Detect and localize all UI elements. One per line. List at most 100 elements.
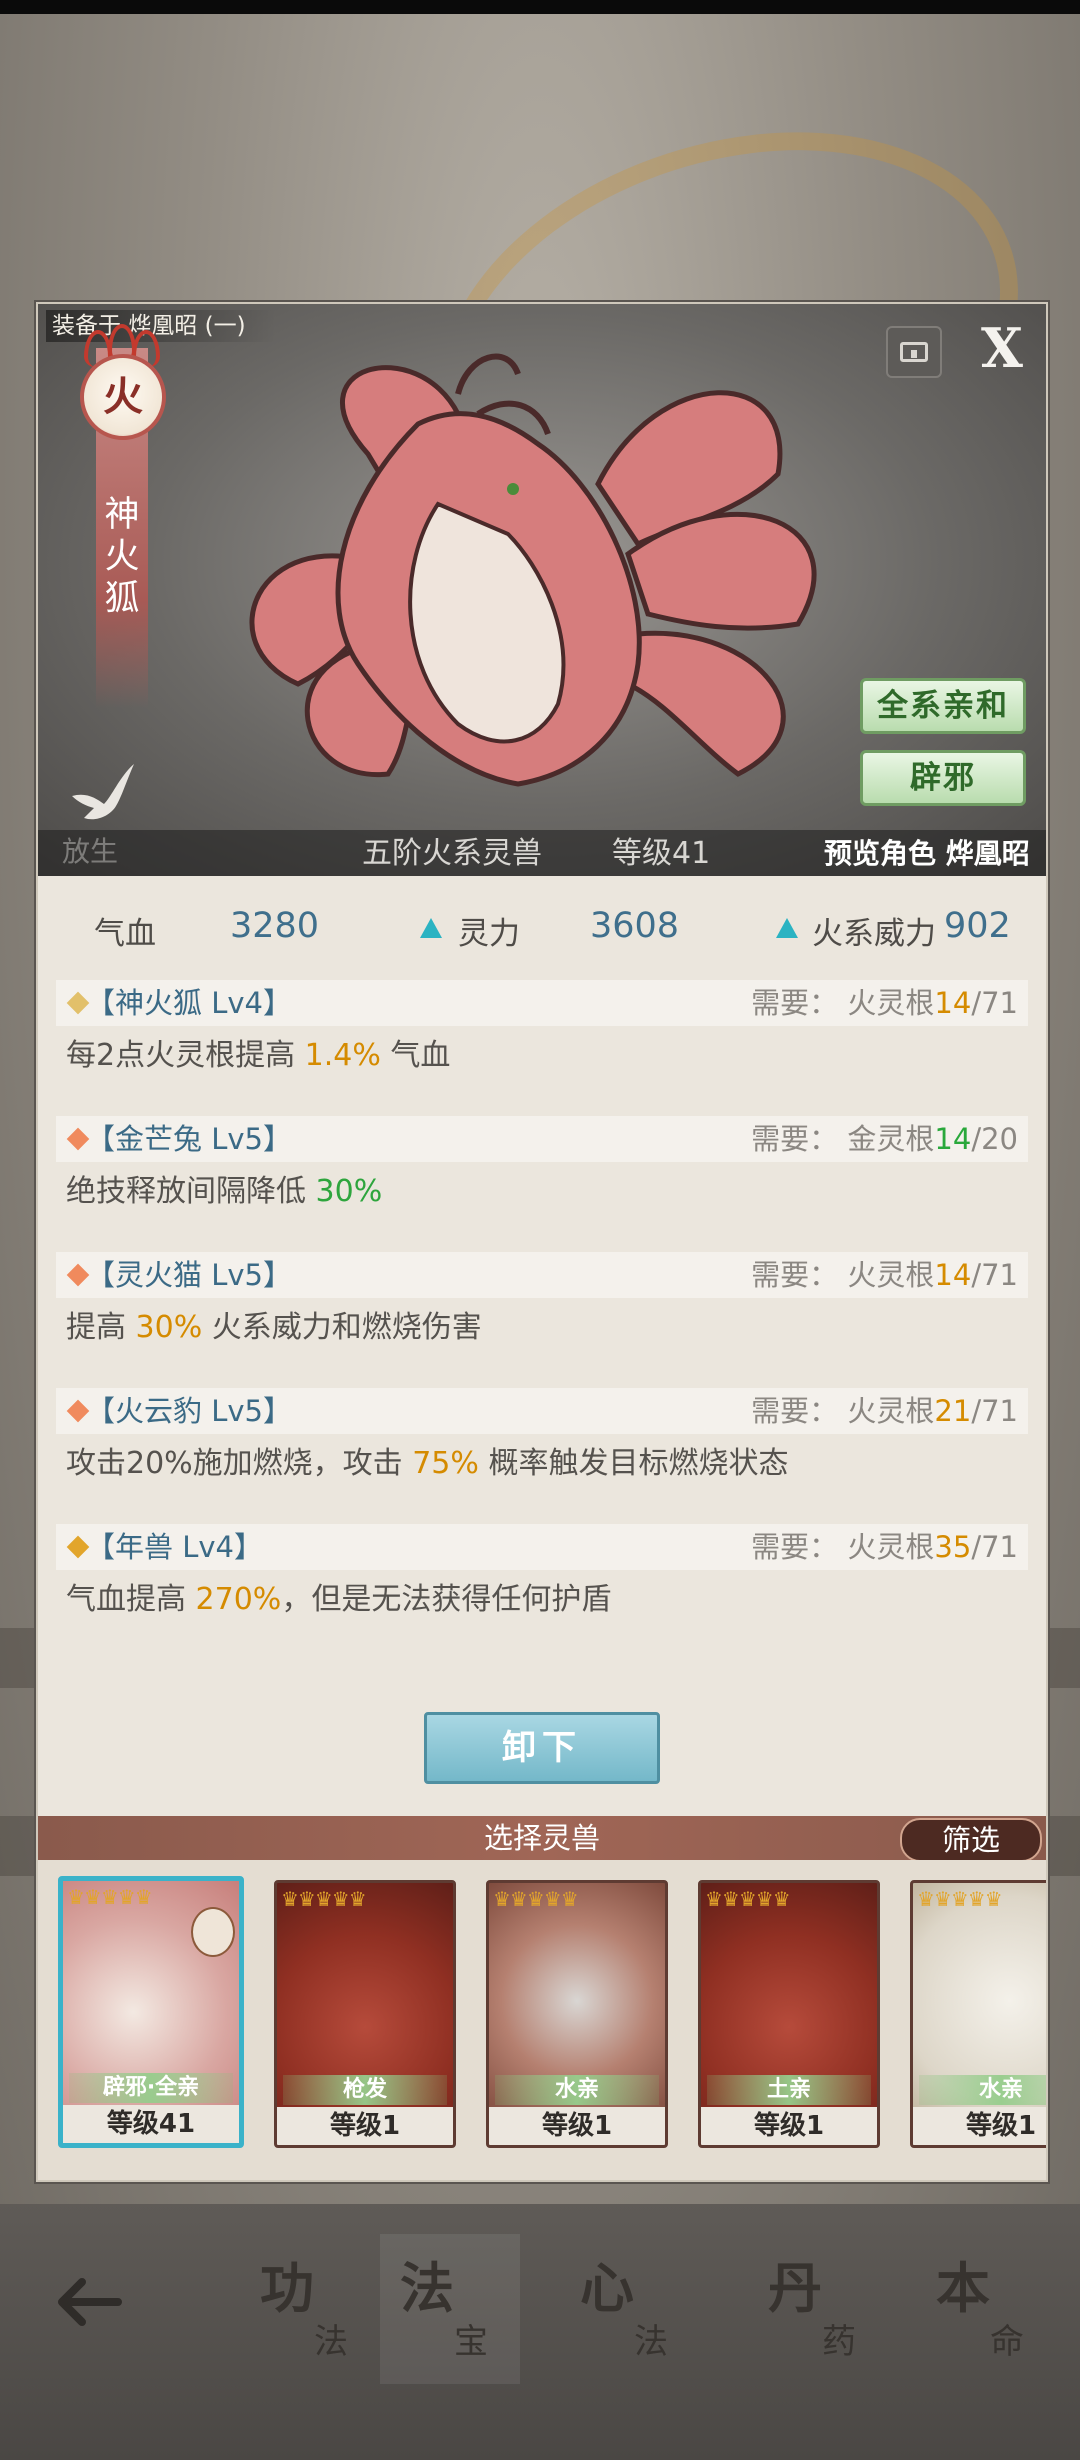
req-need: /71: [971, 986, 1018, 1020]
skill-requirement: 需要： 火灵根14/71: [751, 1252, 1018, 1298]
star-rating-icons: ♛♛♛♛♛: [705, 1887, 791, 1911]
select-beast-title: 选择灵兽: [483, 1821, 600, 1855]
beast-card[interactable]: ♛♛♛♛♛ 辟邪·全亲 等级41: [58, 1876, 244, 2148]
nav-tab-sub: 宝: [454, 2322, 488, 2362]
nav-tab[interactable]: 本命: [916, 2234, 1056, 2384]
desc-before: 提高: [66, 1310, 136, 1345]
desc-before: 攻击20%施加燃烧，攻击: [66, 1446, 413, 1481]
equipped-character-avatar: [191, 1907, 235, 1957]
skill-title: 【火云豹 Lv5】: [86, 1394, 292, 1428]
desc-after: ，但是无法获得任何护盾: [281, 1582, 612, 1617]
desc-highlight: 270%: [195, 1582, 282, 1617]
req-prefix: 需要：: [751, 1122, 839, 1156]
skill-header: 【灵火猫 Lv5】 需要： 火灵根14/71: [56, 1252, 1028, 1298]
preview-character[interactable]: 预览角色 烨凰昭: [824, 832, 1030, 876]
skill-entry: 【年兽 Lv4】 需要： 火灵根35/71 气血提高 270%，但是无法获得任何护盾: [56, 1524, 1028, 1630]
close-button[interactable]: X: [974, 318, 1030, 378]
select-beast-bar: 选择灵兽 筛选: [38, 1816, 1046, 1862]
card-tag: 水亲: [495, 2075, 659, 2105]
nav-tab-main: 心: [580, 2256, 634, 2320]
chest-icon-button[interactable]: [886, 326, 942, 378]
nav-tab-sub: 法: [634, 2322, 668, 2362]
skill-title: 【金芒兔 Lv5】: [86, 1122, 292, 1156]
desc-before: 绝技释放间隔降低: [66, 1174, 316, 1209]
unequip-button[interactable]: 卸下: [424, 1712, 660, 1784]
skill-description: 每2点火灵根提高 1.4% 气血: [56, 1026, 1028, 1086]
skill-description: 气血提高 270%，但是无法获得任何护盾: [56, 1570, 1028, 1630]
skill-title: 【灵火猫 Lv5】: [86, 1258, 292, 1292]
dove-icon[interactable]: [66, 756, 138, 826]
filter-button[interactable]: 筛选: [900, 1818, 1042, 1862]
skill-title: 【年兽 Lv4】: [86, 1530, 263, 1564]
req-have: 35: [934, 1530, 972, 1564]
back-arrow-icon[interactable]: [48, 2262, 128, 2342]
desc-highlight: 30%: [315, 1174, 383, 1209]
fire-element-badge: 火: [80, 354, 166, 440]
skill-header: 【火云豹 Lv5】 需要： 火灵根21/71: [56, 1388, 1028, 1434]
nav-tab-sub: 法: [314, 2322, 348, 2362]
req-root: 金灵根: [847, 1122, 935, 1156]
stat-label-spirit: 灵力: [458, 916, 520, 952]
card-tag: 水亲: [919, 2075, 1046, 2105]
skill-description: 绝技释放间隔降低 30%: [56, 1162, 1028, 1222]
skill-header: 【金芒兔 Lv5】 需要： 金灵根14/20: [56, 1116, 1028, 1162]
beast-card[interactable]: ♛♛♛♛♛ 水亲 等级1: [910, 1880, 1046, 2148]
req-need: /71: [971, 1394, 1018, 1428]
req-root: 火灵根: [847, 986, 935, 1020]
req-have: 14: [934, 1258, 972, 1292]
req-have: 14: [934, 986, 972, 1020]
req-need: /20: [971, 1122, 1018, 1156]
req-prefix: 需要：: [751, 1394, 839, 1428]
star-rating-icons: ♛♛♛♛♛: [67, 1885, 153, 1909]
stat-label-fire-power: 火系威力: [812, 916, 936, 952]
skill-title: 【神火狐 Lv4】: [86, 986, 292, 1020]
card-level: 等级1: [489, 2107, 665, 2145]
star-rating-icons: ♛♛♛♛♛: [281, 1887, 367, 1911]
skill-description: 提高 30% 火系威力和燃烧伤害: [56, 1298, 1028, 1358]
desc-after: 概率触发目标燃烧状态: [478, 1446, 789, 1481]
nav-tab[interactable]: 功法: [240, 2234, 380, 2384]
beast-card[interactable]: ♛♛♛♛♛ 土亲 等级1: [698, 1880, 880, 2148]
desc-highlight: 1.4%: [304, 1038, 381, 1073]
stats-row: 气血 3280 灵力 3608 火系威力 902: [38, 878, 1046, 978]
status-bar: [0, 0, 1080, 14]
nav-tab[interactable]: 丹药: [748, 2234, 888, 2384]
req-have: 21: [934, 1394, 972, 1428]
desc-after: 火系威力和燃烧伤害: [202, 1310, 482, 1345]
desc-highlight: 75%: [412, 1446, 479, 1481]
desc-before: 气血提高: [66, 1582, 196, 1617]
beast-tier: 五阶火系灵兽: [362, 836, 542, 871]
stat-label-hp: 气血: [94, 916, 156, 952]
beast-showcase: 装备于 烨凰昭 (一) X 火 神火狐 放生 全系亲和 辟邪 五阶火系灵兽 等级…: [38, 304, 1046, 876]
desc-after: 气血: [380, 1038, 451, 1073]
affinity-tag-all[interactable]: 全系亲和: [860, 678, 1026, 734]
req-need: /71: [971, 1530, 1018, 1564]
nav-tab[interactable]: 心法: [560, 2234, 700, 2384]
card-level: 等级41: [63, 2105, 239, 2143]
card-tag: 辟邪·全亲: [69, 2073, 233, 2103]
desc-before: 每2点火灵根提高: [66, 1038, 305, 1073]
skill-header: 【年兽 Lv4】 需要： 火灵根35/71: [56, 1524, 1028, 1570]
skill-entry: 【火云豹 Lv5】 需要： 火灵根21/71 攻击20%施加燃烧，攻击 75% 概率…: [56, 1388, 1028, 1494]
triangle-up-icon: [776, 918, 798, 938]
req-root: 火灵根: [847, 1394, 935, 1428]
beast-card-row: ♛♛♛♛♛ 辟邪·全亲 等级41 ♛♛♛♛♛ 枪发 等级1 ♛♛♛♛♛ 水亲 等级1 ♛♛♛♛♛ 土…: [38, 1860, 1046, 2180]
beast-card[interactable]: ♛♛♛♛♛ 水亲 等级1: [486, 1880, 668, 2148]
skill-entry: 【神火狐 Lv4】 需要： 火灵根14/71 每2点火灵根提高 1.4% 气血: [56, 980, 1028, 1086]
nav-tab[interactable]: 法宝: [380, 2234, 520, 2384]
triangle-up-icon: [420, 918, 442, 938]
req-root: 火灵根: [847, 1530, 935, 1564]
card-level: 等级1: [913, 2107, 1046, 2145]
skill-requirement: 需要： 金灵根14/20: [751, 1116, 1018, 1162]
skill-requirement: 需要： 火灵根21/71: [751, 1388, 1018, 1434]
bottom-nav: 功法法宝心法丹药本命: [0, 2204, 1080, 2460]
nav-tab-main: 功: [260, 2256, 314, 2320]
nav-tab-sub: 命: [990, 2322, 1024, 2362]
star-rating-icons: ♛♛♛♛♛: [917, 1887, 1003, 1911]
stat-value-spirit: 3608: [590, 906, 680, 946]
beast-card[interactable]: ♛♛♛♛♛ 枪发 等级1: [274, 1880, 456, 2148]
req-need: /71: [971, 1258, 1018, 1292]
spirit-beast-panel: 装备于 烨凰昭 (一) X 火 神火狐 放生 全系亲和 辟邪 五阶火系灵兽 等级…: [36, 302, 1048, 2182]
skill-description: 攻击20%施加燃烧，攻击 75% 概率触发目标燃烧状态: [56, 1434, 1028, 1494]
affinity-tag-bixie[interactable]: 辟邪: [860, 750, 1026, 806]
